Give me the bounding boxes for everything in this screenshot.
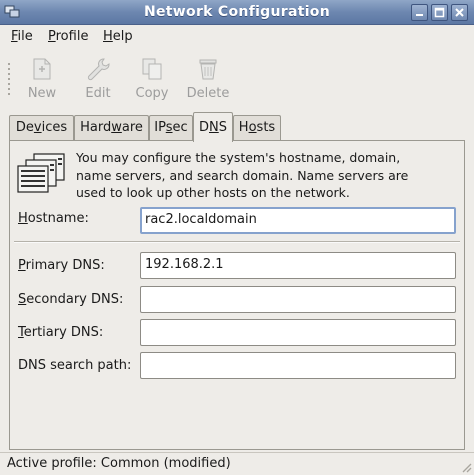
tab-devices[interactable]: Devices [9, 115, 74, 141]
menu-profile[interactable]: Profile [48, 29, 88, 44]
menu-help[interactable]: Help [103, 29, 133, 44]
minimize-button[interactable] [411, 4, 428, 21]
toolbar-grip-icon[interactable] [6, 62, 14, 96]
delete-button[interactable]: Delete [182, 54, 234, 104]
close-button[interactable] [451, 4, 468, 21]
tab-dns[interactable]: DNS [193, 112, 233, 142]
tab-hosts[interactable]: Hosts [233, 115, 281, 141]
secondary-dns-input[interactable] [140, 286, 456, 313]
menu-file[interactable]: File [11, 29, 33, 44]
minimize-icon [416, 14, 423, 16]
search-path-label: DNS search path: [18, 358, 132, 373]
maximize-icon [434, 7, 445, 18]
close-icon [455, 8, 464, 17]
trash-icon [199, 59, 217, 80]
maximize-button[interactable] [431, 4, 448, 21]
toolbar: New Edit Copy Delete [0, 50, 474, 108]
tertiary-dns-input[interactable] [140, 319, 456, 346]
status-bar: Active profile: Common (modified) [0, 452, 474, 475]
tab-ipsec[interactable]: IPsec [149, 115, 193, 141]
dns-servers-icon [17, 153, 65, 193]
menu-bar: File Profile Help [0, 26, 474, 48]
edit-button[interactable]: Edit [72, 54, 124, 104]
tertiary-dns-label: Tertiary DNS: [18, 325, 104, 340]
resize-grip-icon[interactable] [460, 461, 472, 473]
wrench-icon [87, 58, 110, 81]
secondary-dns-label: Secondary DNS: [18, 292, 124, 307]
copy-icon [142, 58, 162, 80]
primary-dns-input[interactable]: 192.168.2.1 [140, 252, 456, 279]
dns-description: You may configure the system's hostname,… [76, 150, 409, 200]
hostname-input[interactable]: rac2.localdomain [140, 207, 456, 234]
tab-hardware[interactable]: Hardware [74, 115, 149, 141]
title-bar[interactable]: Network Configuration [0, 0, 474, 25]
new-button[interactable]: New [16, 54, 68, 104]
new-document-icon [33, 58, 51, 80]
primary-dns-label: Primary DNS: [18, 258, 105, 273]
hostname-label: Hostname: [18, 211, 89, 226]
status-text: Active profile: Common (modified) [7, 456, 231, 471]
search-path-input[interactable] [140, 352, 456, 379]
window-title: Network Configuration [143, 4, 330, 20]
separator [14, 241, 460, 243]
copy-button[interactable]: Copy [126, 54, 178, 104]
